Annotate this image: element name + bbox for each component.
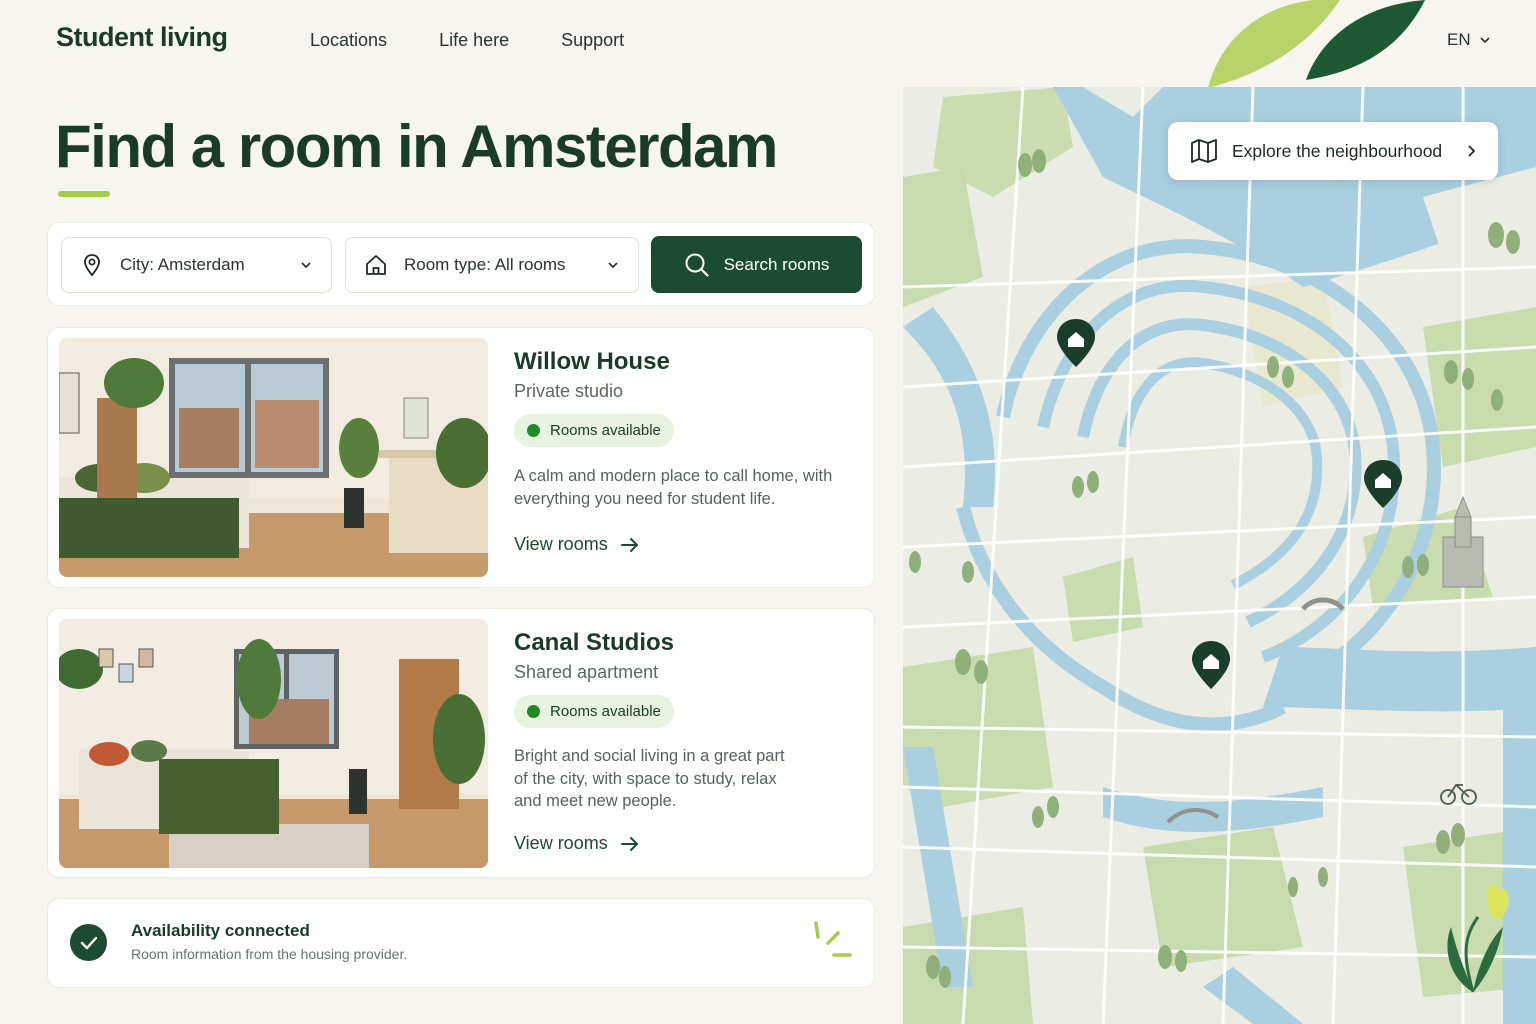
availability-subtitle: Room information from the housing provid…	[131, 946, 408, 962]
status-dot	[527, 424, 540, 437]
chevron-down-icon	[1480, 37, 1490, 44]
status-dot	[527, 705, 540, 718]
view-rooms-label: View rooms	[514, 833, 608, 853]
listing-name[interactable]: Canal Studios	[514, 629, 674, 657]
search-icon	[685, 253, 709, 277]
room-photo[interactable]	[59, 338, 488, 577]
check-circle-icon	[70, 924, 107, 961]
page-title: Find a room in Amsterdam	[55, 113, 778, 180]
nav-locations[interactable]: Locations	[310, 30, 387, 51]
status-label: Rooms available	[550, 422, 661, 439]
view-rooms-link[interactable]: View rooms	[514, 534, 640, 555]
arrow-right-icon	[620, 537, 638, 552]
listing-type: Private studio	[514, 381, 624, 401]
title-underline	[58, 191, 110, 197]
view-rooms-link[interactable]: View rooms	[514, 833, 640, 854]
search-panel: City: Amsterdam Room type: All rooms Sea…	[47, 222, 875, 306]
main-nav: Locations Life here Support	[310, 30, 624, 51]
search-rooms-button[interactable]: Search rooms	[651, 236, 862, 293]
nav-support[interactable]: Support	[561, 30, 624, 51]
city-select[interactable]: City: Amsterdam	[61, 237, 332, 293]
chevron-down-icon	[608, 262, 618, 269]
city-select-label: City: Amsterdam	[120, 255, 245, 274]
explore-label: Explore the neighbourhood	[1232, 140, 1443, 161]
listing-name[interactable]: Willow House	[514, 348, 670, 376]
sparkle-decoration	[814, 921, 852, 957]
listing-description: Bright and social living in a great part…	[514, 747, 785, 810]
map-icon	[1191, 139, 1217, 163]
arrow-right-icon	[620, 836, 638, 851]
view-rooms-label: View rooms	[514, 534, 608, 554]
chevron-right-icon	[1468, 145, 1476, 157]
nav-life-here[interactable]: Life here	[439, 30, 509, 51]
language-selector[interactable]: EN	[1447, 30, 1491, 50]
availability-title: Availability connected	[131, 921, 310, 940]
leaf-decoration	[1208, 0, 1425, 88]
room-type-label: Room type: All rooms	[404, 255, 566, 274]
language-label: EN	[1447, 30, 1471, 49]
home-icon	[366, 255, 386, 275]
availability-panel: Availability connected Room information …	[47, 898, 875, 988]
listing-description: A calm and modern place to call home, wi…	[514, 467, 833, 508]
room-type-select[interactable]: Room type: All rooms	[345, 237, 639, 293]
listing-card[interactable]: Canal Studios Shared apartment Rooms ava…	[47, 608, 875, 878]
chevron-down-icon	[301, 262, 311, 269]
status-label: Rooms available	[550, 703, 661, 720]
location-pin-icon	[84, 254, 100, 277]
status-badge: Rooms available	[514, 695, 674, 728]
listing-card[interactable]: Willow House Private studio Rooms availa…	[47, 327, 875, 588]
listing-type: Shared apartment	[514, 662, 659, 682]
status-badge: Rooms available	[514, 414, 674, 447]
logo[interactable]: Student living	[56, 22, 228, 53]
explore-neighbourhood-button[interactable]: Explore the neighbourhood	[1168, 122, 1498, 180]
room-photo[interactable]	[59, 619, 488, 868]
neighbourhood-map[interactable]	[903, 87, 1536, 1024]
search-button-label: Search rooms	[723, 254, 830, 274]
